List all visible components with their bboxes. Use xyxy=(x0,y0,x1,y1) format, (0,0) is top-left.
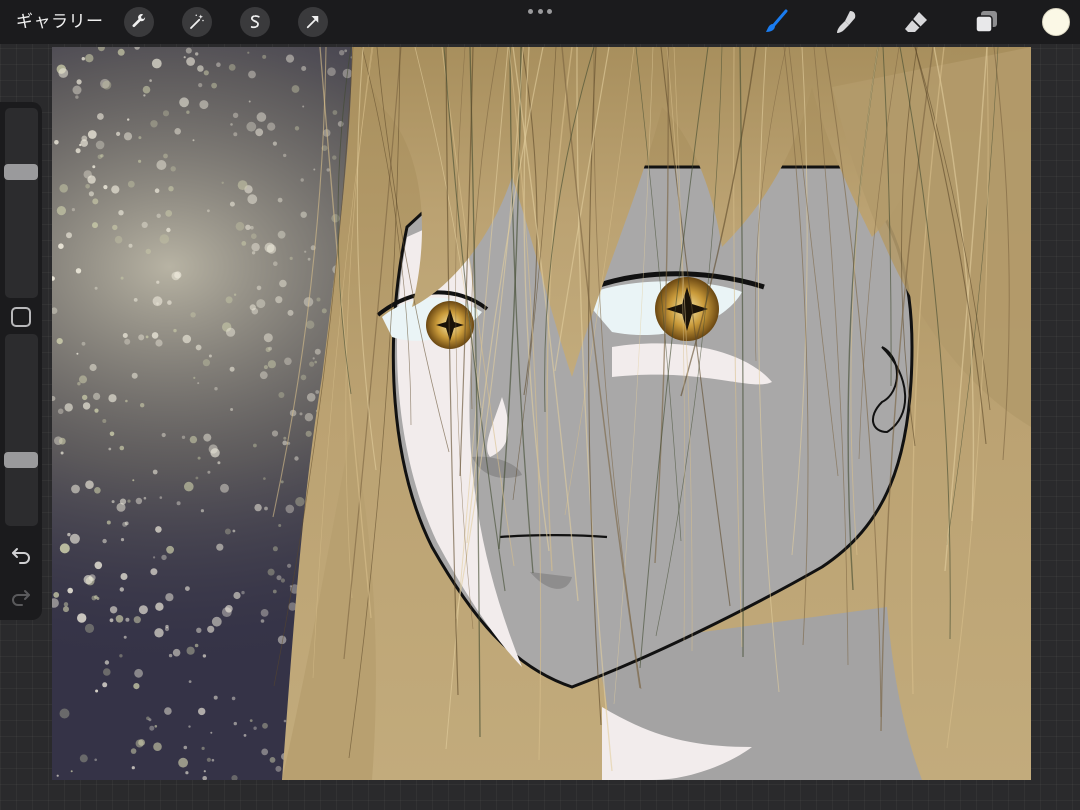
arrow-cursor-icon[interactable] xyxy=(298,7,328,37)
selection-s-icon[interactable] xyxy=(240,7,270,37)
left-sidebar xyxy=(0,102,42,620)
brush-size-handle[interactable] xyxy=(4,164,38,180)
top-toolbar: ギャラリー xyxy=(0,0,1080,44)
gallery-button[interactable]: ギャラリー xyxy=(16,10,104,34)
modify-button[interactable] xyxy=(11,307,31,327)
opacity-slider[interactable] xyxy=(4,334,38,526)
wrench-icon[interactable] xyxy=(124,7,154,37)
smudge-finger-icon[interactable] xyxy=(832,8,860,36)
artwork xyxy=(52,47,1031,780)
undo-arrow-icon[interactable] xyxy=(9,542,33,566)
brush-size-slider[interactable] xyxy=(4,108,38,298)
opacity-handle[interactable] xyxy=(4,452,38,468)
redo-arrow-icon[interactable] xyxy=(9,584,33,608)
brush-icon[interactable] xyxy=(762,8,790,36)
magic-wand-icon[interactable] xyxy=(182,7,212,37)
drawing-canvas[interactable] xyxy=(52,47,1031,780)
eraser-icon[interactable] xyxy=(902,8,930,36)
more-options-icon[interactable] xyxy=(528,4,552,18)
color-picker-swatch[interactable] xyxy=(1042,8,1070,36)
layers-icon[interactable] xyxy=(972,8,1000,36)
